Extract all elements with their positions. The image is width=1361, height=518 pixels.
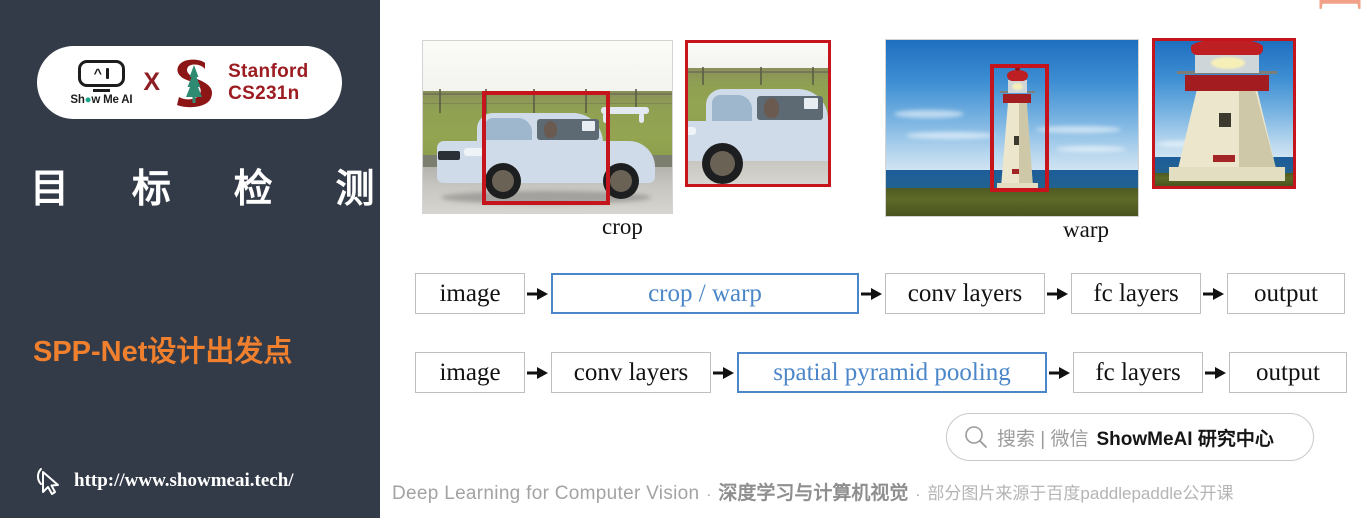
robot-face-icon: ^ — [77, 59, 125, 87]
fence-post-icon — [439, 89, 441, 114]
site-url-row[interactable]: http://www.showmeai.tech/ — [36, 466, 294, 496]
lighthouse-warped-patch — [1152, 38, 1296, 189]
watermark-showmeai: ShowMeAI — [1304, 0, 1361, 10]
partner-name: Stanford CS231n — [228, 61, 309, 104]
footer-english: Deep Learning for Computer Vision — [392, 483, 700, 504]
flow-node-conv-layers[interactable]: conv layers — [551, 352, 711, 393]
search-placeholder-text: 搜索 | 微信 — [997, 428, 1089, 450]
search-account-name: ShowMeAI 研究中心 — [1096, 428, 1274, 450]
robot-neck-icon — [92, 88, 110, 92]
flow-node-image[interactable]: image — [415, 352, 525, 393]
flow-node-image[interactable]: image — [415, 273, 525, 314]
flow-arrow-icon — [711, 364, 737, 382]
figure-caption-crop: crop — [602, 214, 643, 239]
tower-window — [1219, 113, 1231, 127]
sppnet-pipeline: image conv layers spatial pyramid pooling f… — [415, 352, 1347, 393]
race-number — [804, 98, 818, 109]
slide-root: ^ Sh●w Me AI X Stanford CS231n 目 标 检 测 S… — [0, 0, 1361, 518]
car-grille — [438, 151, 460, 160]
cross-label: X — [143, 68, 161, 96]
flow-arrow-icon — [1203, 364, 1229, 382]
spoiler-strut — [639, 113, 644, 123]
car-windshield — [712, 95, 752, 121]
flow-arrow-icon — [525, 285, 551, 303]
fence-post-icon — [702, 66, 704, 86]
cloud — [1056, 146, 1126, 152]
figure-caption-warp: warp — [1063, 217, 1109, 242]
footer: Deep Learning for Computer Vision · 深度学习… — [392, 478, 1234, 505]
car-headlight — [688, 127, 696, 135]
flow-node-output[interactable]: output — [1229, 352, 1347, 393]
flow-node-fc-layers[interactable]: fc layers — [1073, 352, 1203, 393]
bar-icon — [106, 67, 110, 79]
flow-node-crop-warp[interactable]: crop / warp — [551, 273, 859, 314]
partner-line-2: CS231n — [228, 82, 300, 104]
tower-sign — [1213, 155, 1235, 162]
rcnn-pipeline: image crop / warp conv layers fc layers outp… — [415, 273, 1345, 314]
flow-arrow-icon — [859, 285, 885, 303]
cursor-pointer-icon — [36, 466, 62, 496]
flow-node-spatial-pyramid-pooling[interactable]: spatial pyramid pooling — [737, 352, 1047, 393]
brand-mark-label: Sh●w Me AI — [70, 93, 133, 106]
flow-arrow-icon — [1045, 285, 1071, 303]
red-bounding-box — [482, 91, 610, 205]
footer-separator: · — [915, 486, 921, 503]
lamp-roof — [1191, 41, 1263, 55]
showmeai-logo-icon: ^ Sh●w Me AI — [70, 59, 133, 106]
gallery-deck — [1185, 75, 1269, 91]
flow-arrow-icon — [525, 364, 551, 382]
site-url-label: http://www.showmeai.tech/ — [74, 470, 294, 491]
fence-post-icon — [812, 66, 814, 86]
cloud — [906, 132, 996, 139]
flow-node-fc-layers[interactable]: fc layers — [1071, 273, 1201, 314]
page-subtitle: SPP-Net设计出发点 — [33, 336, 293, 368]
stanford-tree-s-icon — [171, 57, 217, 109]
lamp-glow — [1211, 57, 1245, 69]
magnifier-icon — [963, 424, 989, 450]
brand-logo-pill: ^ Sh●w Me AI X Stanford CS231n — [37, 46, 342, 119]
flow-node-output[interactable]: output — [1227, 273, 1345, 314]
red-bounding-box — [990, 64, 1049, 192]
car-rim-rear — [610, 170, 632, 192]
driver-silhouette — [764, 98, 779, 118]
lighthouse-full-image — [885, 39, 1139, 217]
partner-line-1: Stanford — [228, 61, 309, 83]
footer-chinese-note: 部分图片来源于百度paddlepaddle公开课 — [927, 484, 1234, 503]
wechat-search-bar[interactable]: 搜索 | 微信 ShowMeAI 研究中心 — [946, 413, 1314, 461]
fence-line-icon — [688, 71, 828, 74]
page-title: 目 标 检 测 — [30, 168, 401, 211]
footer-separator: · — [706, 486, 712, 503]
fence-post-icon — [760, 66, 762, 86]
grass-region — [886, 187, 1138, 216]
caret-up-icon: ^ — [93, 65, 102, 81]
cloud — [894, 110, 964, 118]
car-cropped-patch — [685, 40, 831, 187]
flow-node-conv-layers[interactable]: conv layers — [885, 273, 1045, 314]
footer-chinese-bold: 深度学习与计算机视觉 — [718, 483, 909, 504]
tower-base — [1169, 167, 1285, 181]
car-rim-front — [710, 151, 735, 176]
sidebar: ^ Sh●w Me AI X Stanford CS231n 目 标 检 测 S… — [0, 0, 380, 518]
car-full-image — [422, 40, 673, 214]
flow-arrow-icon — [1201, 285, 1227, 303]
flow-arrow-icon — [1047, 364, 1073, 382]
